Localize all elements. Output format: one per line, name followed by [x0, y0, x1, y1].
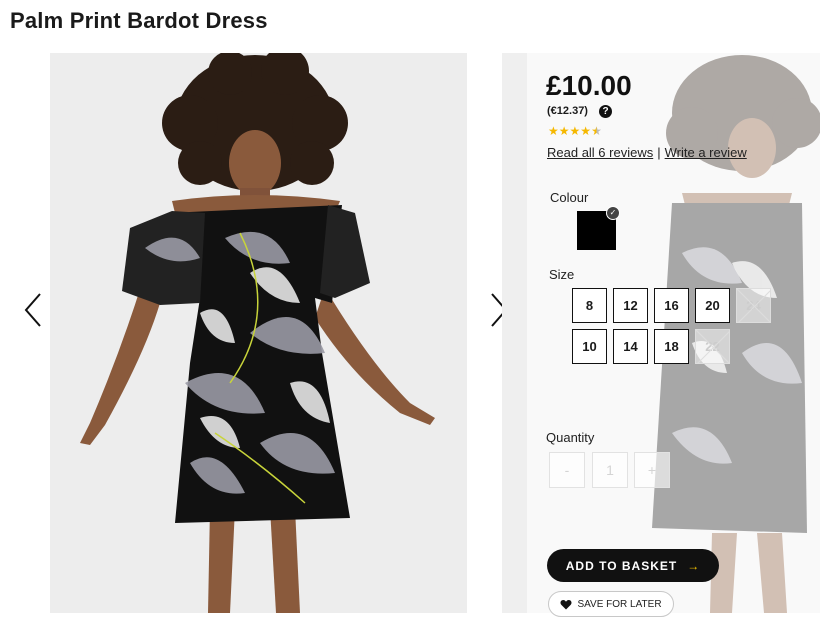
add-to-basket-label: ADD TO BASKET	[565, 558, 678, 573]
price: £10.00	[546, 70, 632, 101]
size-value: 12	[623, 298, 638, 313]
price-eur: (€12.37)	[547, 105, 588, 117]
star-half-icon: ★	[591, 124, 602, 138]
question-circle-icon[interactable]: ?	[599, 105, 612, 118]
size-option-10[interactable]: 10	[572, 329, 607, 364]
size-option-22: 22	[695, 329, 730, 364]
model-photo	[50, 53, 467, 613]
read-reviews-link[interactable]: Read all 6 reviews	[547, 145, 653, 160]
star-icon: ★	[558, 124, 570, 138]
size-value: 20	[705, 298, 720, 313]
quantity-decrease-button[interactable]: -	[549, 452, 585, 488]
link-separator: |	[657, 145, 661, 160]
size-option-14[interactable]: 14	[613, 329, 648, 364]
size-value: 18	[664, 339, 679, 354]
size-value: 10	[582, 339, 597, 354]
save-for-later-button[interactable]: SAVE FOR LATER	[548, 591, 674, 617]
previous-image-button[interactable]	[16, 284, 50, 336]
colour-label: Colour	[550, 190, 589, 205]
quantity-input[interactable]: 1	[592, 452, 628, 488]
size-option-24: 24	[736, 288, 771, 323]
size-option-18[interactable]: 18	[654, 329, 689, 364]
main-product-image	[50, 53, 467, 613]
quantity-increase-button[interactable]: +	[634, 452, 670, 488]
add-to-basket-button[interactable]: ADD TO BASKET →	[547, 549, 719, 582]
quantity-label: Quantity	[546, 430, 595, 445]
size-value: 8	[585, 298, 594, 313]
arrow-right-icon: →	[687, 558, 701, 573]
size-value: 16	[664, 298, 679, 313]
size-option-16[interactable]: 16	[654, 288, 689, 323]
check-icon: ✓	[606, 206, 620, 220]
save-for-later-label: SAVE FOR LATER	[577, 598, 662, 610]
chevron-left-icon	[24, 293, 41, 327]
unavailable-cross-icon	[696, 330, 729, 363]
heart-icon	[560, 599, 572, 609]
size-label: Size	[549, 267, 575, 282]
star-icon: ★	[580, 124, 592, 138]
reviews-links: Read all 6 reviews | Write a review	[547, 145, 747, 160]
star-icon: ★	[548, 124, 559, 138]
size-option-20[interactable]: 20	[695, 288, 730, 323]
product-title: Palm Print Bardot Dress	[10, 8, 268, 33]
write-review-link[interactable]: Write a review	[665, 145, 747, 160]
unavailable-cross-icon	[737, 289, 770, 322]
size-value: 14	[623, 339, 638, 354]
rating-stars: ★★★★★	[548, 124, 602, 138]
size-option-12[interactable]: 12	[613, 288, 648, 323]
size-option-8[interactable]: 8	[572, 288, 607, 323]
star-icon: ★	[569, 124, 581, 138]
